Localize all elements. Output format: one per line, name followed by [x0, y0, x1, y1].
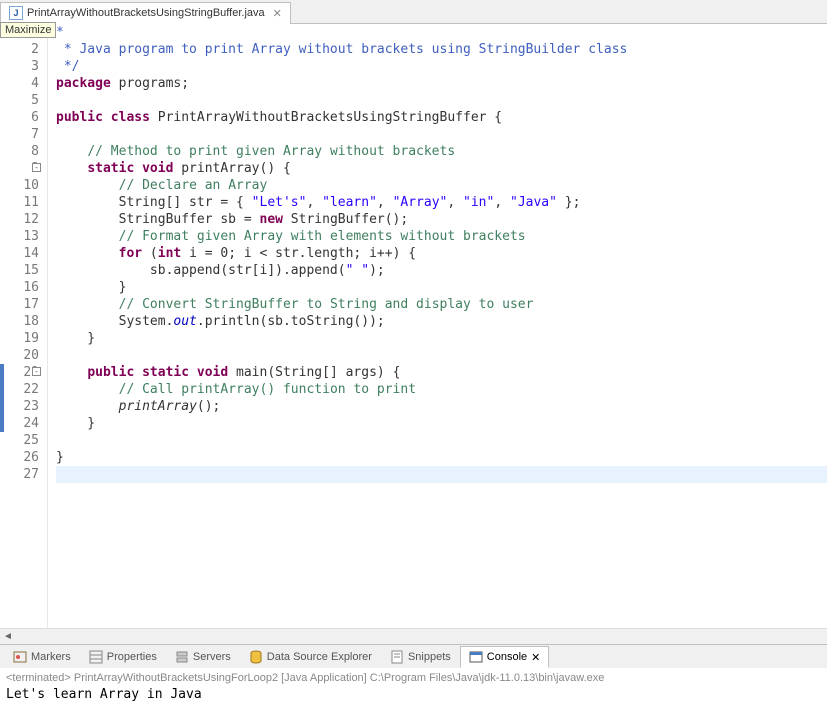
tab-snippets[interactable]: Snippets — [381, 646, 460, 668]
database-icon — [249, 650, 263, 664]
code-line[interactable]: // Format given Array with elements with… — [56, 228, 827, 245]
fold-toggle-icon[interactable]: - — [32, 163, 41, 172]
line-number: 7 — [0, 126, 39, 143]
change-marker — [0, 398, 4, 415]
change-marker — [0, 381, 4, 398]
line-number: 6 — [0, 109, 39, 126]
code-line[interactable]: public class PrintArrayWithoutBracketsUs… — [56, 109, 827, 126]
code-line[interactable]: } — [56, 415, 827, 432]
code-line[interactable]: System.out.println(sb.toString()); — [56, 313, 827, 330]
line-number: 18 — [0, 313, 39, 330]
code-line[interactable]: } — [56, 330, 827, 347]
tab-console[interactable]: Console ✕ — [460, 646, 550, 668]
code-line[interactable]: // Convert StringBuffer to String and di… — [56, 296, 827, 313]
code-line[interactable] — [56, 347, 827, 364]
line-number: 5 — [0, 92, 39, 109]
line-number: 13 — [0, 228, 39, 245]
line-number: 8 — [0, 143, 39, 160]
code-line[interactable]: // Call printArray() function to print — [56, 381, 827, 398]
line-number: 19 — [0, 330, 39, 347]
code-line[interactable]: printArray(); — [56, 398, 827, 415]
servers-icon — [175, 650, 189, 664]
line-number-gutter: 23456789-101112131415161718192021-222324… — [0, 24, 48, 628]
change-marker — [0, 364, 4, 381]
line-number: 12 — [0, 211, 39, 228]
line-number: 22 — [0, 381, 39, 398]
line-number: 14 — [0, 245, 39, 262]
code-line[interactable]: String[] str = { "Let's", "learn", "Arra… — [56, 194, 827, 211]
code-line[interactable]: } — [56, 279, 827, 296]
console-icon — [469, 650, 483, 664]
code-content[interactable]: * * Java program to print Array without … — [48, 24, 827, 628]
line-number: 26 — [0, 449, 39, 466]
line-number: 21- — [0, 364, 39, 381]
line-number: 3 — [0, 58, 39, 75]
console-output: Let's learn Array in Java — [6, 686, 821, 704]
code-line[interactable]: // Declare an Array — [56, 177, 827, 194]
tab-data-source-explorer[interactable]: Data Source Explorer — [240, 646, 381, 668]
line-number: 24 — [0, 415, 39, 432]
console-view: <terminated> PrintArrayWithoutBracketsUs… — [0, 668, 827, 714]
change-marker — [0, 415, 4, 432]
code-line[interactable]: // Method to print given Array without b… — [56, 143, 827, 160]
code-line[interactable] — [56, 126, 827, 143]
tab-markers[interactable]: Markers — [4, 646, 80, 668]
tab-servers[interactable]: Servers — [166, 646, 240, 668]
code-line[interactable] — [56, 432, 827, 449]
bottom-view-tabs: Markers Properties Servers Data Source E… — [0, 644, 827, 668]
code-line[interactable] — [56, 466, 827, 483]
code-line[interactable]: * Java program to print Array without br… — [56, 41, 827, 58]
code-line[interactable] — [56, 92, 827, 109]
line-number: 9- — [0, 160, 39, 177]
maximize-tooltip: Maximize — [0, 22, 56, 38]
line-number: 10 — [0, 177, 39, 194]
fold-toggle-icon[interactable]: - — [32, 367, 41, 376]
line-number: 2 — [0, 41, 39, 58]
code-line[interactable]: sb.append(str[i]).append(" "); — [56, 262, 827, 279]
code-line[interactable]: StringBuffer sb = new StringBuffer(); — [56, 211, 827, 228]
code-line[interactable]: public static void main(String[] args) { — [56, 364, 827, 381]
close-icon[interactable]: ✕ — [531, 651, 540, 664]
tab-filename: PrintArrayWithoutBracketsUsingStringBuff… — [27, 7, 265, 19]
snippets-icon — [390, 650, 404, 664]
markers-icon — [13, 650, 27, 664]
java-file-icon: J — [9, 6, 23, 20]
line-number: 11 — [0, 194, 39, 211]
line-number: 27 — [0, 466, 39, 483]
code-line[interactable]: for (int i = 0; i < str.length; i++) { — [56, 245, 827, 262]
line-number: 4 — [0, 75, 39, 92]
horizontal-scrollbar[interactable]: ◄ — [0, 628, 827, 644]
code-editor[interactable]: 23456789-101112131415161718192021-222324… — [0, 24, 827, 628]
code-line[interactable]: } — [56, 449, 827, 466]
line-number: 23 — [0, 398, 39, 415]
editor-tab[interactable]: J PrintArrayWithoutBracketsUsingStringBu… — [0, 2, 291, 24]
code-line[interactable]: static void printArray() { — [56, 160, 827, 177]
close-icon[interactable]: ✕ — [273, 7, 282, 20]
line-number: 15 — [0, 262, 39, 279]
console-status: <terminated> PrintArrayWithoutBracketsUs… — [6, 670, 821, 686]
line-number: 25 — [0, 432, 39, 449]
code-line[interactable]: * — [56, 24, 827, 41]
tab-properties[interactable]: Properties — [80, 646, 166, 668]
scroll-left-icon[interactable]: ◄ — [0, 631, 16, 642]
editor-tab-bar: J PrintArrayWithoutBracketsUsingStringBu… — [0, 0, 827, 24]
properties-icon — [89, 650, 103, 664]
line-number: 20 — [0, 347, 39, 364]
line-number: 17 — [0, 296, 39, 313]
line-number: 16 — [0, 279, 39, 296]
code-line[interactable]: package programs; — [56, 75, 827, 92]
code-line[interactable]: */ — [56, 58, 827, 75]
